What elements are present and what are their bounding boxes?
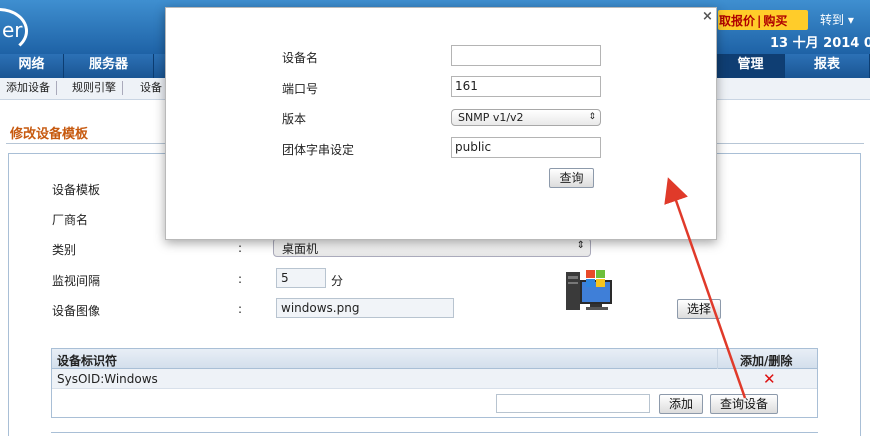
subnav-rule-engine[interactable]: 规则引擎 bbox=[66, 81, 123, 95]
interval-unit: 分 bbox=[331, 274, 344, 288]
device-name-label: 设备名 bbox=[282, 51, 319, 65]
choose-image-button[interactable]: 选择 bbox=[677, 299, 721, 319]
port-label: 端口号 bbox=[282, 82, 319, 96]
add-button[interactable]: 添加 bbox=[659, 394, 703, 414]
table-header: 设备标识符 添加/删除 bbox=[52, 349, 817, 389]
windows-computer-icon bbox=[566, 270, 612, 310]
current-date: 13 十月 2014 04 bbox=[770, 36, 870, 51]
category-value: 桌面机 bbox=[282, 242, 319, 256]
version-value: SNMP v1/v2 bbox=[458, 111, 524, 124]
table-row: SysOID:Windows ✕ bbox=[52, 369, 817, 389]
image-label: 设备图像 bbox=[52, 304, 101, 318]
page-title: 修改设备模板 bbox=[10, 127, 89, 142]
category-colon: : bbox=[238, 241, 243, 255]
nav-reports[interactable]: 报表 bbox=[785, 54, 870, 78]
query-button[interactable]: 查询 bbox=[549, 168, 594, 188]
close-icon[interactable]: × bbox=[702, 9, 713, 24]
interval-colon: : bbox=[238, 272, 243, 286]
subnav-add-device[interactable]: 添加设备 bbox=[0, 81, 57, 95]
buy-link[interactable]: 购买 bbox=[762, 14, 788, 28]
query-device-button[interactable]: 查询设备 bbox=[710, 394, 778, 414]
col-device-id: 设备标识符 bbox=[57, 354, 118, 368]
template-label: 设备模板 bbox=[52, 183, 101, 197]
image-colon: : bbox=[238, 302, 243, 316]
select-arrow-icon: ⇕ bbox=[576, 240, 585, 251]
top-links: 取报价 | 购买 bbox=[718, 10, 808, 30]
port-input[interactable]: 161 bbox=[451, 76, 601, 97]
select-arrow-icon: ⇕ bbox=[588, 112, 596, 122]
category-label: 类别 bbox=[52, 243, 77, 257]
query-device-dialog: × 设备名 端口号 161 版本 SNMP v1/v2 ⇕ 团体字串设定 pub… bbox=[165, 7, 717, 240]
goto-menu[interactable]: 转到 ▾ bbox=[820, 11, 854, 28]
get-quote-link[interactable]: 取报价 bbox=[718, 14, 756, 28]
nav-servers[interactable]: 服务器 bbox=[64, 54, 154, 78]
image-input[interactable]: windows.png bbox=[276, 298, 454, 318]
vendor-label: 厂商名 bbox=[52, 213, 89, 227]
interval-label: 监视间隔 bbox=[52, 274, 101, 288]
nav-admin[interactable]: 管理 bbox=[717, 54, 785, 78]
delete-icon[interactable]: ✕ bbox=[763, 370, 776, 388]
nav-network[interactable]: 网络 bbox=[0, 54, 64, 78]
device-name-input[interactable] bbox=[451, 45, 601, 66]
version-select[interactable]: SNMP v1/v2 ⇕ bbox=[451, 109, 601, 126]
community-input[interactable]: public bbox=[451, 137, 601, 158]
category-select[interactable]: 桌面机 ⇕ bbox=[273, 238, 591, 257]
row-sysoid: SysOID:Windows bbox=[57, 372, 158, 386]
version-label: 版本 bbox=[282, 112, 307, 126]
interval-input[interactable]: 5 bbox=[276, 268, 326, 288]
bottom-divider bbox=[51, 432, 818, 433]
sysoid-add-input[interactable] bbox=[496, 394, 650, 413]
col-add-delete: 添加/删除 bbox=[740, 354, 793, 368]
community-label: 团体字串设定 bbox=[282, 143, 355, 157]
logo-text: er bbox=[2, 18, 23, 42]
subnav-device[interactable]: 设备 bbox=[134, 81, 168, 95]
